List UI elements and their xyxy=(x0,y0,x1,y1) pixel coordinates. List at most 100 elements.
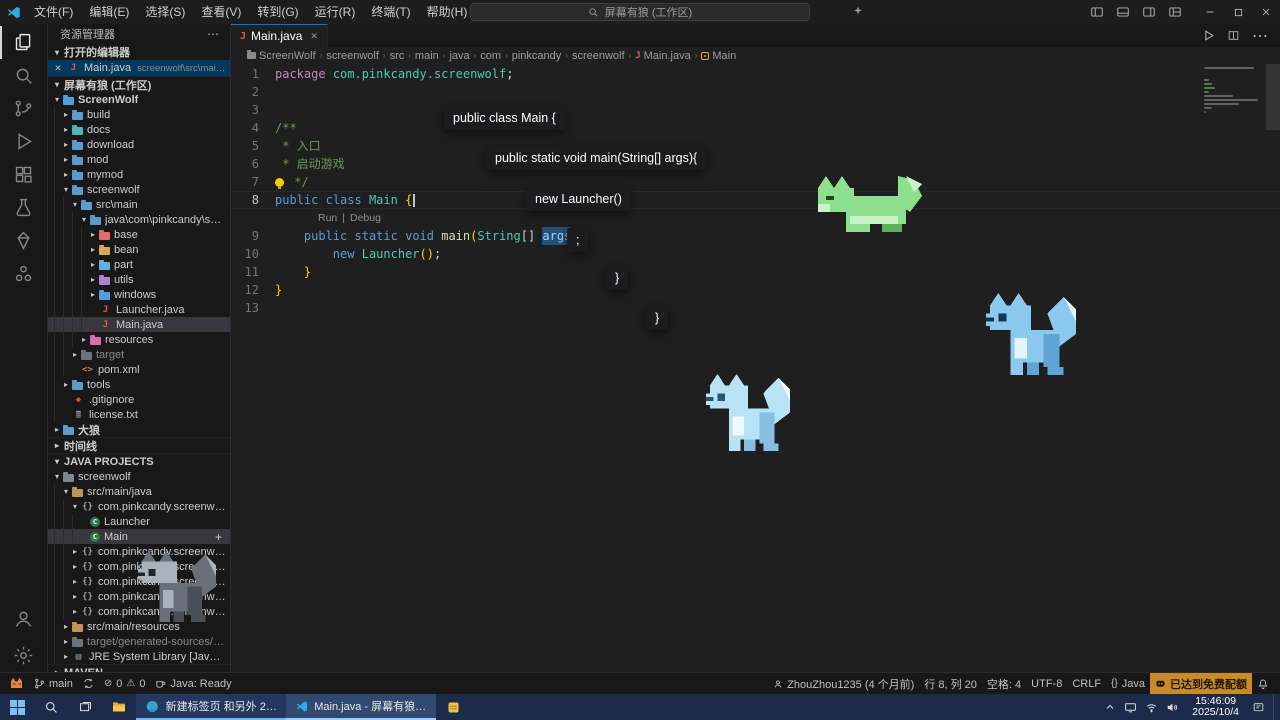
code-line-11[interactable]: 11 } xyxy=(231,263,1280,281)
breadcrumb-com[interactable]: com xyxy=(480,50,501,62)
stolen-code-fragment[interactable]: } xyxy=(606,266,628,290)
code-line-5[interactable]: 5 * 入口 xyxy=(231,137,1280,155)
chevron-right-icon[interactable]: ▸ xyxy=(52,425,62,434)
command-center-search[interactable]: 屏幕有狼 (工作区) xyxy=(470,3,810,21)
stolen-code-fragment[interactable]: ; xyxy=(567,228,588,252)
tree-item-launcher-java[interactable]: JLauncher.java xyxy=(48,302,230,317)
chevron-down-icon[interactable]: ▾ xyxy=(61,487,71,496)
taskbar-vscode-window[interactable]: Main.java - 屏幕有狼 (工... xyxy=(286,694,436,720)
toggle-secondary-sidebar-icon[interactable] xyxy=(1142,5,1156,19)
chevron-right-icon[interactable]: ▸ xyxy=(70,607,80,616)
explorer-icon[interactable] xyxy=(0,26,47,59)
chevron-right-icon[interactable]: ▸ xyxy=(88,260,98,269)
tree-item-src-main[interactable]: ▾src\main xyxy=(48,197,230,212)
chevron-right-icon[interactable]: ▸ xyxy=(70,350,80,359)
close-icon[interactable]: ✕ xyxy=(52,63,64,74)
tree-item-base[interactable]: ▸base xyxy=(48,227,230,242)
minimap[interactable] xyxy=(1204,67,1262,119)
tree-item-download[interactable]: ▸download xyxy=(48,137,230,152)
wolf-status-icon[interactable] xyxy=(6,673,29,694)
menu-编辑[interactable]: 编辑(E) xyxy=(81,0,137,24)
tree-item-license-txt[interactable]: ≣license.txt xyxy=(48,407,230,422)
chevron-right-icon[interactable]: ▸ xyxy=(88,245,98,254)
menu-查看[interactable]: 查看(V) xyxy=(193,0,249,24)
section-open-editors[interactable]: ▾ 打开的编辑器 xyxy=(48,44,230,60)
codelens-run[interactable]: Run xyxy=(318,209,337,227)
section-maven[interactable]: ▸ MAVEN xyxy=(48,664,230,672)
extensions-icon[interactable] xyxy=(0,158,47,191)
branch-item[interactable]: main xyxy=(29,673,78,694)
tree-item-screenwolf[interactable]: ▾screenwolf xyxy=(48,469,230,484)
problems-item[interactable]: ⊘0 ⚠0 xyxy=(99,673,151,694)
tree-item-launcher[interactable]: CLauncher xyxy=(48,514,230,529)
stolen-code-fragment[interactable]: } xyxy=(646,306,668,330)
chevron-right-icon[interactable]: ▸ xyxy=(61,380,71,389)
tree-item-main-java[interactable]: JMain.java xyxy=(48,317,230,332)
network-icon[interactable] xyxy=(1145,701,1158,714)
quota-badge[interactable]: 已达到免费配额 xyxy=(1150,673,1252,694)
gem-icon[interactable] xyxy=(0,224,47,257)
stolen-code-fragment[interactable]: new Launcher() xyxy=(526,187,631,211)
eol-sequence[interactable]: CRLF xyxy=(1067,673,1106,694)
chevron-right-icon[interactable]: ▸ xyxy=(88,290,98,299)
tree-item-src-main-java[interactable]: ▾src/main/java xyxy=(48,484,230,499)
search-icon[interactable] xyxy=(0,59,47,92)
taskbar-clock[interactable]: 15:46:09 2025/10/4 xyxy=(1187,696,1244,719)
section-java-projects[interactable]: ▾ JAVA PROJECTS xyxy=(48,453,230,469)
volume-icon[interactable] xyxy=(1166,701,1179,714)
stack-icon[interactable] xyxy=(0,257,47,290)
section-workspace[interactable]: ▾ 屏幕有狼 (工作区) xyxy=(48,76,230,92)
tray-chevron-up-icon[interactable] xyxy=(1104,701,1116,713)
settings-gear-icon[interactable] xyxy=(0,639,47,672)
chevron-down-icon[interactable]: ▾ xyxy=(79,215,89,224)
code-editor[interactable]: 1package com.pinkcandy.screenwolf;234/**… xyxy=(231,64,1280,672)
tree-item-pom-xml[interactable]: <>pom.xml xyxy=(48,362,230,377)
breadcrumb-pinkcandy[interactable]: pinkcandy xyxy=(512,50,562,62)
chevron-right-icon[interactable]: ▸ xyxy=(61,637,71,646)
chevron-right-icon[interactable]: ▸ xyxy=(70,592,80,601)
code-line-1[interactable]: 1package com.pinkcandy.screenwolf; xyxy=(231,65,1280,83)
notification-center-icon[interactable] xyxy=(1252,701,1265,714)
tree-item-main[interactable]: CMain+ xyxy=(48,529,230,544)
code-line-13[interactable]: 13 xyxy=(231,299,1280,317)
chevron-right-icon[interactable]: ▸ xyxy=(70,562,80,571)
tree-item-build[interactable]: ▸build xyxy=(48,107,230,122)
taskbar-search-icon[interactable] xyxy=(34,694,68,720)
source-control-icon[interactable] xyxy=(0,92,47,125)
menu-选择[interactable]: 选择(S) xyxy=(137,0,193,24)
toggle-panel-icon[interactable] xyxy=(1116,5,1130,19)
maximize-button[interactable] xyxy=(1224,0,1252,24)
breadcrumb-main[interactable]: main xyxy=(415,50,439,62)
chevron-right-icon[interactable]: ▸ xyxy=(88,230,98,239)
file-explorer-icon[interactable] xyxy=(102,694,136,720)
toggle-sidebar-icon[interactable] xyxy=(1090,5,1104,19)
indentation[interactable]: 空格: 4 xyxy=(982,673,1026,694)
tree-item-utils[interactable]: ▸utils xyxy=(48,272,230,287)
menu-帮助[interactable]: 帮助(H) xyxy=(419,0,476,24)
code-line-2[interactable]: 2 xyxy=(231,83,1280,101)
code-line-3[interactable]: 3 xyxy=(231,101,1280,119)
taskbar-edge-window[interactable]: 新建标签页 和另外 2 个 xyxy=(136,694,286,720)
start-button[interactable] xyxy=(0,694,34,720)
code-line-4[interactable]: 4/** xyxy=(231,119,1280,137)
tree-item-mymod[interactable]: ▸mymod xyxy=(48,167,230,182)
bell-icon[interactable] xyxy=(1252,673,1274,694)
close-button[interactable] xyxy=(1252,0,1280,24)
chevron-right-icon[interactable]: ▸ xyxy=(61,155,71,164)
stolen-code-fragment[interactable]: public static void main(String[] args){ xyxy=(486,146,706,170)
menu-文件[interactable]: 文件(F) xyxy=(26,0,81,24)
tree-item-mod[interactable]: ▸mod xyxy=(48,152,230,167)
wolf-sprite-pale-blue[interactable] xyxy=(706,374,790,451)
tree-item-part[interactable]: ▸part xyxy=(48,257,230,272)
chevron-right-icon[interactable]: ▸ xyxy=(61,110,71,119)
wolf-sprite-gray[interactable] xyxy=(138,551,216,622)
cursor-position[interactable]: 行 8, 列 20 xyxy=(919,673,982,694)
chevron-right-icon[interactable]: ▸ xyxy=(61,125,71,134)
codelens-debug[interactable]: Debug xyxy=(350,209,381,227)
tree-item-docs[interactable]: ▸docs xyxy=(48,122,230,137)
chevron-right-icon[interactable]: ▸ xyxy=(61,140,71,149)
run-debug-icon[interactable] xyxy=(0,125,47,158)
wolf-sprite-blue[interactable] xyxy=(986,293,1076,375)
tree-item-大狼[interactable]: ▸大狼 xyxy=(48,422,230,437)
chevron-right-icon[interactable]: ▸ xyxy=(70,547,80,556)
